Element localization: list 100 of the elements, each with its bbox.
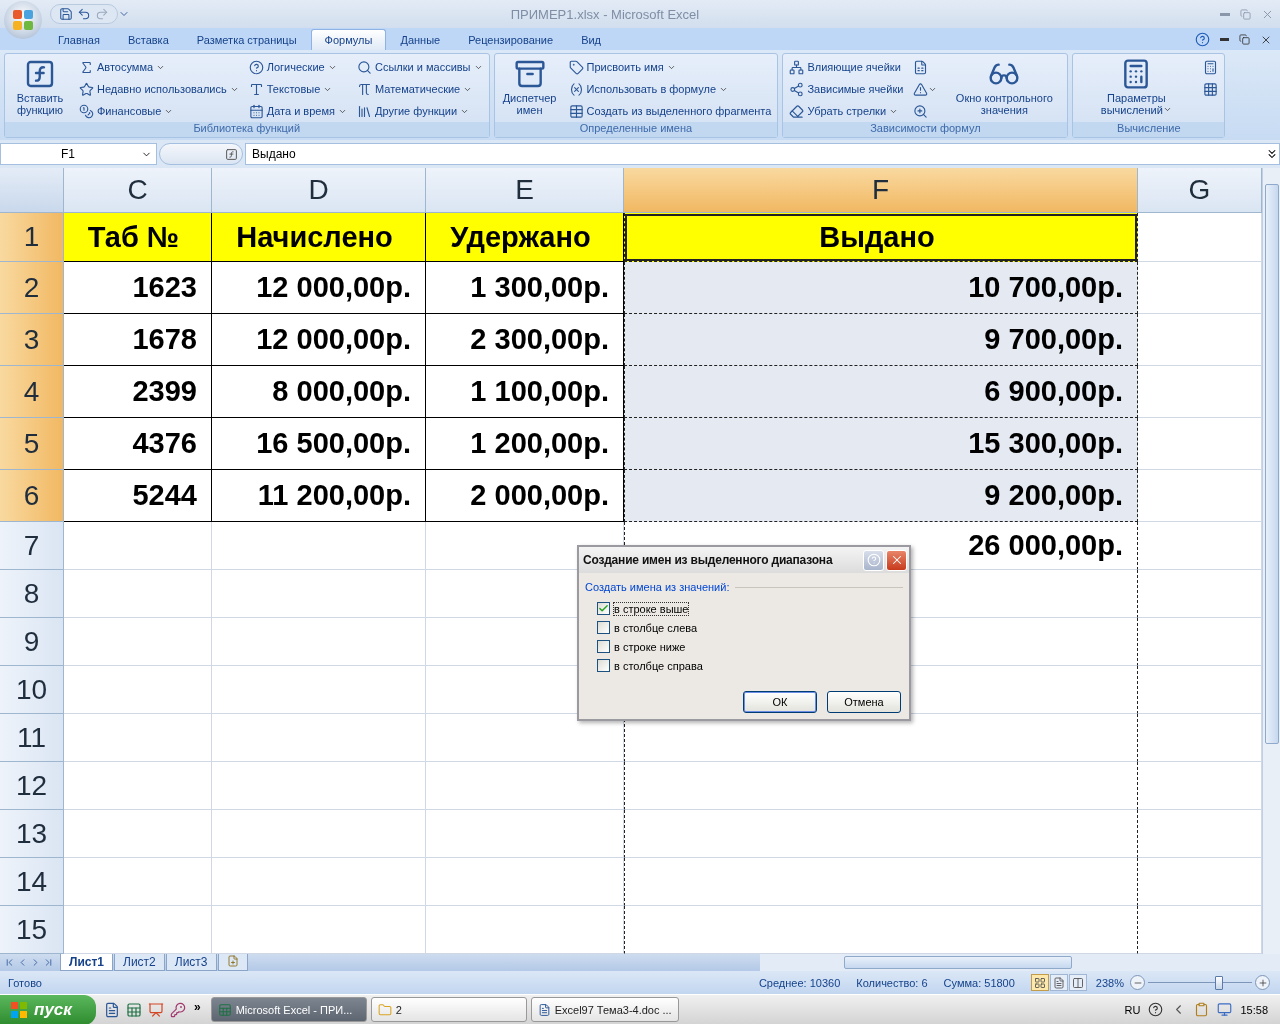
windows-flag-icon xyxy=(10,1000,28,1019)
status-stat: Среднее: 10360 xyxy=(758,976,841,989)
column-header[interactable]: G xyxy=(1138,168,1262,213)
table-cell: 12 000,00р. xyxy=(212,262,426,314)
grid-icon xyxy=(1033,976,1046,989)
office-logo-button[interactable] xyxy=(4,1,42,39)
grid-icon xyxy=(1203,81,1219,97)
ribbon-button[interactable]: Окно контрольного значения xyxy=(945,56,1064,118)
help-icon xyxy=(866,553,881,567)
checkbox[interactable] xyxy=(597,621,610,634)
close-button[interactable] xyxy=(886,549,907,571)
row-header[interactable]: 6 xyxy=(0,470,64,522)
ribbon-button[interactable]: Убрать стрелки xyxy=(787,100,906,122)
formula-field[interactable]: Выдано xyxy=(245,143,1280,165)
books-icon xyxy=(356,103,372,119)
table-cell: 16 500,00р. xyxy=(212,418,426,470)
ribbon-button[interactable]: Финансовые xyxy=(77,100,241,122)
spreadsheet-icon xyxy=(217,1002,232,1017)
checkbox[interactable] xyxy=(597,640,610,653)
vertical-scrollbar[interactable] xyxy=(1262,168,1280,954)
row-header[interactable]: 13 xyxy=(0,810,64,858)
ribbon-button[interactable]: Присвоить имя xyxy=(566,56,774,78)
dialog-button[interactable]: Отмена xyxy=(827,691,901,713)
column-header[interactable]: C xyxy=(64,168,212,213)
last-sheet-icon xyxy=(43,957,54,968)
ribbon-button[interactable]: Недавно использовались xyxy=(77,78,241,100)
first-sheet-icon xyxy=(4,957,15,968)
ribbon-button[interactable]: Математические xyxy=(354,78,485,100)
spreadsheet-icon xyxy=(913,59,929,75)
row-header[interactable]: 7 xyxy=(0,522,64,570)
minimize-icon xyxy=(1220,38,1229,41)
checkbox[interactable] xyxy=(597,659,610,672)
table-cell: 1623 xyxy=(64,262,212,314)
ribbon-button[interactable]: Автосумма xyxy=(77,56,241,78)
language-indicator[interactable]: RU xyxy=(1124,1003,1141,1016)
row-header[interactable]: 14 xyxy=(0,858,64,906)
archive-icon xyxy=(513,58,546,90)
ribbon-tab[interactable]: Формулы xyxy=(310,29,387,50)
table-cell: 1 100,00р. xyxy=(426,366,624,418)
horizontal-scrollbar[interactable] xyxy=(760,954,1280,971)
view-button[interactable] xyxy=(1049,974,1068,991)
ribbon-tab[interactable]: Разметка страницы xyxy=(182,29,311,50)
sheet-tab[interactable]: Лист1 xyxy=(60,954,114,971)
view-button[interactable] xyxy=(1068,974,1087,991)
checkbox[interactable] xyxy=(597,602,610,615)
row-header[interactable]: 9 xyxy=(0,618,64,666)
row-header[interactable]: 3 xyxy=(0,314,64,366)
view-button[interactable] xyxy=(1030,974,1049,991)
column-header[interactable]: E xyxy=(426,168,624,213)
ribbon-button[interactable]: Влияющие ячейки xyxy=(787,56,906,78)
taskbar-button[interactable]: 2 xyxy=(370,997,527,1022)
taskbar-button[interactable]: Excel97 Тема3-4.doc ... xyxy=(530,997,679,1022)
slider-thumb[interactable] xyxy=(1214,975,1223,990)
row-header[interactable]: 10 xyxy=(0,666,64,714)
dialog-button[interactable]: ОК xyxy=(743,691,817,713)
sheet-tab[interactable]: Лист2 xyxy=(114,954,165,971)
column-header[interactable]: D xyxy=(212,168,426,213)
row-header[interactable]: 11 xyxy=(0,714,64,762)
clipboard-icon xyxy=(1194,1002,1210,1017)
ribbon-tab[interactable]: Вставка xyxy=(113,29,183,50)
ribbon-button[interactable]: Диспетчер имен xyxy=(498,56,561,118)
ribbon-button[interactable]: Ссылки и массивы xyxy=(354,56,485,78)
ribbon-button[interactable]: Текстовые xyxy=(246,78,349,100)
ribbon-button[interactable]: Другие функции xyxy=(354,100,485,122)
ribbon-button[interactable]: Использовать в формуле xyxy=(566,78,774,100)
name-box[interactable]: F1 xyxy=(0,143,157,165)
ribbon-tab[interactable]: Главная xyxy=(44,29,114,50)
search-icon xyxy=(356,59,372,75)
ribbon-button[interactable]: Вставить функцию xyxy=(9,56,71,118)
ribbon-button[interactable]: Зависимые ячейки xyxy=(787,78,906,100)
row-header[interactable]: 2 xyxy=(0,262,64,314)
ribbon-button[interactable]: Создать из выделенного фрагмента xyxy=(566,100,774,122)
row-header[interactable]: 5 xyxy=(0,418,64,470)
ribbon-tab[interactable]: Данные xyxy=(386,29,455,50)
row-header[interactable]: 8 xyxy=(0,570,64,618)
checkbox-label: в столбце слева xyxy=(613,620,699,635)
more-button[interactable]: » xyxy=(194,999,201,1014)
ribbon-button[interactable]: Параметры вычислений xyxy=(1077,56,1196,118)
help-icon xyxy=(1195,32,1210,47)
row-header[interactable]: 12 xyxy=(0,762,64,810)
group-label: Создать имена из значений: xyxy=(585,581,730,593)
eraser-icon xyxy=(789,103,805,119)
star-icon xyxy=(79,81,94,97)
row-header[interactable]: 1 xyxy=(0,213,64,262)
document-icon xyxy=(104,1001,120,1018)
column-header[interactable]: F xyxy=(624,168,1138,213)
ribbon-tab[interactable]: Вид xyxy=(567,29,616,50)
row-header[interactable]: 15 xyxy=(0,906,64,954)
table-cell: Выдано xyxy=(624,213,1138,262)
table-cell: 12 000,00р. xyxy=(212,314,426,366)
insert-function-button[interactable] xyxy=(159,143,243,165)
taskbar-button[interactable]: Microsoft Excel - ПРИ... xyxy=(210,997,367,1022)
sigma-icon xyxy=(79,59,94,75)
table-cell: 2 300,00р. xyxy=(426,314,624,366)
ribbon-button[interactable]: Дата и время xyxy=(246,100,349,122)
row-header[interactable]: 4 xyxy=(0,366,64,418)
sheet-tab[interactable]: Лист3 xyxy=(165,954,217,971)
ribbon-tab[interactable]: Рецензирование xyxy=(454,29,568,50)
ribbon-button[interactable]: Логические xyxy=(246,56,349,78)
table-cell: Таб № xyxy=(64,213,212,262)
